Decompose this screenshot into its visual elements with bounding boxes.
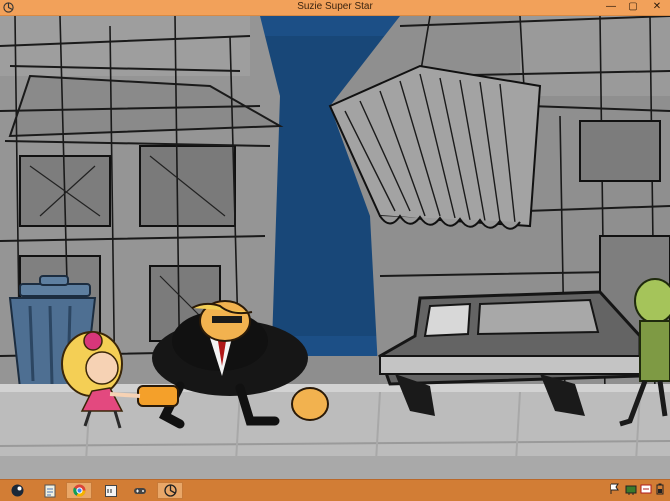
notepad-icon bbox=[44, 484, 56, 497]
taskbar-item-unity[interactable] bbox=[157, 482, 183, 499]
taskbar-item-steam[interactable] bbox=[4, 482, 30, 499]
battery-icon bbox=[656, 483, 664, 495]
game-controller-icon bbox=[134, 487, 146, 494]
taskbar-item-terminal[interactable] bbox=[98, 482, 124, 499]
close-button[interactable]: ✕ bbox=[644, 0, 670, 14]
volume-icon bbox=[640, 484, 652, 494]
tray-battery[interactable] bbox=[655, 483, 665, 498]
minimize-button[interactable]: — bbox=[600, 0, 622, 14]
flag-icon bbox=[610, 483, 619, 494]
steam-icon bbox=[11, 484, 23, 497]
window-titlebar: Suzie Super Star — ▢ ✕ bbox=[0, 0, 670, 16]
taskbar-item-game[interactable] bbox=[127, 482, 153, 499]
tray-flag[interactable] bbox=[610, 483, 620, 498]
tray-network[interactable] bbox=[625, 483, 637, 498]
tray-volume[interactable] bbox=[640, 483, 652, 498]
taskbar-item-chrome[interactable] bbox=[66, 482, 92, 499]
network-icon bbox=[625, 485, 637, 495]
game-scene bbox=[0, 16, 670, 479]
window-title: Suzie Super Star bbox=[297, 1, 373, 12]
maximize-button[interactable]: ▢ bbox=[622, 0, 644, 14]
unity-icon bbox=[163, 484, 177, 497]
terminal-icon bbox=[105, 484, 117, 497]
game-viewport[interactable] bbox=[0, 16, 670, 479]
taskbar bbox=[0, 479, 670, 501]
taskbar-item-notepad[interactable] bbox=[37, 482, 63, 499]
chrome-icon bbox=[72, 484, 85, 497]
